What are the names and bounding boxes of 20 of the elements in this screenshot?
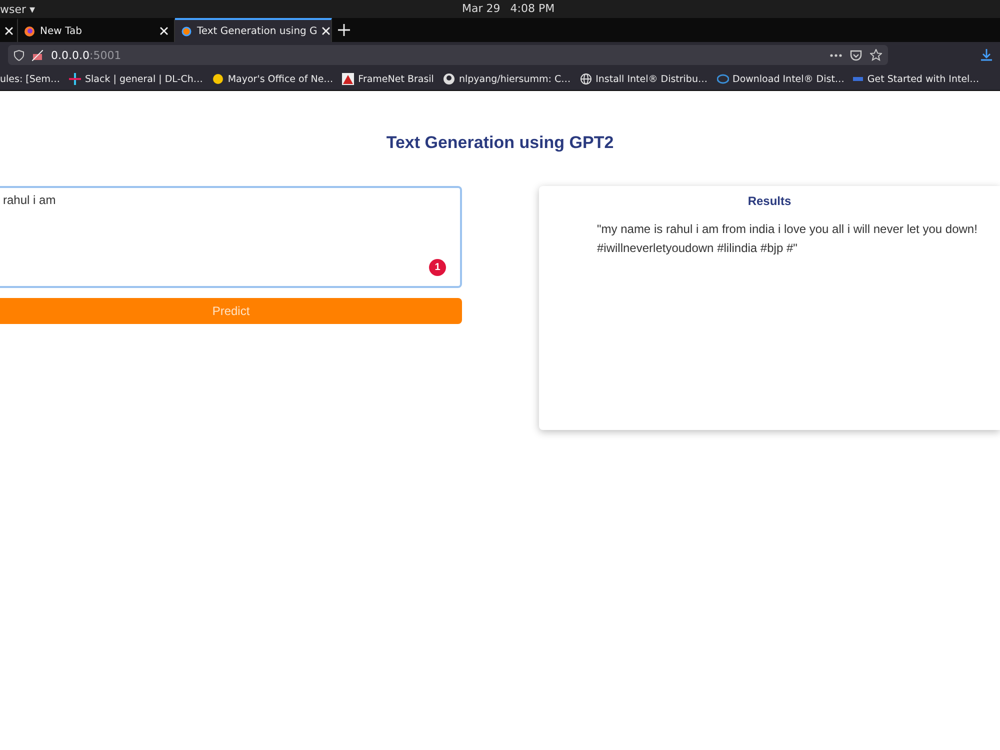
results-heading: Results [748,194,792,208]
notification-badge: 1 [429,259,446,276]
bookmark-link[interactable]: Mayor's Office of Ne… [228,74,334,84]
bookmark-link[interactable]: ules: [Sem… [0,74,60,84]
bookmark-link[interactable]: Download Intel® Dist… [732,74,844,84]
results-text: "my name is rahul i am from india i love you all i will never let you down! #iwillneverletyoudown #lilindia #bjp #" [597,221,978,257]
tab-title: New Tab [40,26,83,36]
date-label: Mar 29 [462,2,500,15]
browser-tab[interactable]: Text Generation using G [175,18,332,42]
bookmark-link[interactable]: Get Started with Intel… [867,74,980,84]
bookmark-link[interactable]: Slack | general | DL-Ch… [85,74,203,84]
bookmark-link[interactable]: Install Intel® Distribu… [596,74,708,84]
time-label: 4:08 PM [510,2,555,15]
bookmark-link[interactable]: FrameNet Brasil [358,74,434,84]
tab-title: Text Generation using G [197,26,318,36]
page-title: Text Generation using GPT2 [385,133,615,153]
app-menu[interactable]: wser ▾ [0,2,36,16]
prompt-input-field[interactable]: rahul i am 1 [0,186,462,288]
address-field[interactable]: 0.0.0.0:5001 [8,45,888,65]
bookmark-link[interactable]: nlpyang/hiersumm: C… [458,74,571,84]
